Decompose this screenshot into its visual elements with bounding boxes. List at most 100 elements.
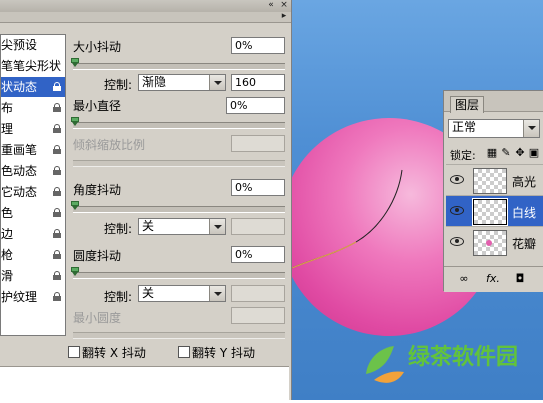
min-diameter-field[interactable]: 0% xyxy=(226,97,285,114)
min-diameter-slider-track[interactable] xyxy=(73,122,285,129)
lock-icon[interactable] xyxy=(53,250,61,259)
blend-mode-value: 正常 xyxy=(452,120,477,134)
list-item-texture[interactable]: 纹理 xyxy=(1,119,65,139)
layer-thumbnail xyxy=(473,230,507,256)
tab-layers[interactable]: 图层 xyxy=(450,96,485,113)
tilt-scale-field xyxy=(231,135,285,152)
roundness-control-extra-field xyxy=(231,285,285,302)
angle-control-extra-field xyxy=(231,218,285,235)
list-item-color-dynamics[interactable]: 颜色动态 xyxy=(1,161,65,181)
size-jitter-field[interactable]: 0% xyxy=(231,37,285,54)
chevron-down-icon[interactable] xyxy=(523,120,539,137)
lock-icon[interactable] xyxy=(53,271,61,280)
list-item-protect-texture[interactable]: 保护纹理 xyxy=(1,287,65,307)
lock-icon[interactable] xyxy=(53,145,61,154)
lock-icon[interactable] xyxy=(53,292,61,301)
roundness-jitter-slider-track[interactable] xyxy=(73,272,285,279)
min-diameter-label: 最小直径 xyxy=(73,99,122,113)
chevron-down-icon[interactable] xyxy=(209,286,225,301)
size-jitter-slider-thumb[interactable] xyxy=(71,58,79,67)
roundness-jitter-field[interactable]: 0% xyxy=(231,246,285,263)
size-jitter-slider-track[interactable] xyxy=(73,63,285,70)
layer-row-white-line[interactable]: 白线 xyxy=(446,195,543,226)
lock-all-icon[interactable]: ▣ xyxy=(528,147,540,159)
angle-control-value: 关 xyxy=(142,219,155,233)
min-roundness-field xyxy=(231,307,285,324)
blend-mode-select[interactable]: 正常 xyxy=(448,119,540,138)
tab-strip: ▸ xyxy=(0,12,291,23)
flip-x-label: 翻转 X 抖动 xyxy=(82,346,146,360)
layer-row-highlight[interactable]: 高光 xyxy=(446,164,543,195)
eye-icon[interactable] xyxy=(450,206,464,215)
min-roundness-label: 最小圆度 xyxy=(73,311,122,325)
petal-thumb-dot xyxy=(486,240,492,246)
fade-steps-field[interactable]: 160 xyxy=(231,74,285,91)
roundness-control-select[interactable]: 关 xyxy=(138,285,226,302)
lock-position-move-icon[interactable]: ✥ xyxy=(514,147,526,159)
lock-icon[interactable] xyxy=(53,124,61,133)
layer-name: 白线 xyxy=(512,206,537,220)
lock-icon[interactable] xyxy=(53,187,61,196)
layer-mask-icon[interactable]: ◘ xyxy=(514,273,526,285)
flip-y-label: 翻转 Y 抖动 xyxy=(192,346,255,360)
lock-label: 锁定: xyxy=(450,149,476,162)
watermark-text: 绿茶软件园 xyxy=(408,344,518,370)
layers-panel-header: 图层 xyxy=(444,91,543,113)
min-diameter-slider-thumb[interactable] xyxy=(71,117,79,126)
fx-button[interactable]: fx. xyxy=(486,272,500,285)
list-item-wet-edges[interactable]: 湿边 xyxy=(1,224,65,244)
chevron-down-icon[interactable] xyxy=(209,75,225,90)
list-item-smoothing[interactable]: 平滑 xyxy=(1,266,65,286)
lock-icon[interactable] xyxy=(53,229,61,238)
list-item-brush-tip-shape[interactable]: 画笔笔尖形状 xyxy=(1,56,65,76)
eye-icon[interactable] xyxy=(450,175,464,184)
brush-preview-area xyxy=(0,366,289,401)
roundness-control-value: 关 xyxy=(142,286,155,300)
link-layers-icon[interactable]: ∞ xyxy=(458,273,470,285)
lock-icon[interactable] xyxy=(53,166,61,175)
size-control-label: 控制: xyxy=(104,78,133,92)
tilt-scale-slider-track xyxy=(73,160,285,167)
roundness-control-label: 控制: xyxy=(104,290,133,304)
flip-y-checkbox[interactable] xyxy=(178,346,190,358)
layers-panel: 图层 正常 锁定: ▦ ✎ ✥ ▣ 高光 白线 花瓣 ∞ fx. ◘ xyxy=(443,90,543,292)
list-item-shape-dynamics[interactable]: 形状动态 xyxy=(1,77,65,97)
lock-pixels-brush-icon[interactable]: ✎ xyxy=(500,147,512,159)
list-item-airbrush[interactable]: 喷枪 xyxy=(1,245,65,265)
size-control-value: 渐隐 xyxy=(142,75,167,89)
angle-jitter-slider-thumb[interactable] xyxy=(71,201,79,210)
close-icon[interactable]: × xyxy=(279,1,289,10)
watermark-logo: 绿茶软件园 xyxy=(358,330,543,400)
flip-x-checkbox[interactable] xyxy=(68,346,80,358)
angle-jitter-field[interactable]: 0% xyxy=(231,179,285,196)
eye-icon[interactable] xyxy=(450,237,464,246)
lock-icon[interactable] xyxy=(53,103,61,112)
angle-jitter-label: 角度抖动 xyxy=(73,183,122,197)
list-item-other-dynamics[interactable]: 其它动态 xyxy=(1,182,65,202)
lock-transparent-icon[interactable]: ▦ xyxy=(486,147,498,159)
list-item-scattering[interactable]: 散布 xyxy=(1,98,65,118)
brush-panel: « × ▸ 笔尖预设 画笔笔尖形状 形状动态 散布 纹理 双重画笔 颜色动态 其… xyxy=(0,0,292,401)
list-item-dual-brush[interactable]: 双重画笔 xyxy=(1,140,65,160)
brush-options-list: 笔尖预设 画笔笔尖形状 形状动态 散布 纹理 双重画笔 颜色动态 其它动态 杂色… xyxy=(0,34,66,336)
angle-jitter-slider-track[interactable] xyxy=(73,206,285,213)
chevron-down-icon[interactable] xyxy=(209,219,225,234)
layer-name: 高光 xyxy=(512,175,537,189)
lock-icon[interactable] xyxy=(53,208,61,217)
leaf-logo-icon: 绿茶软件园 xyxy=(366,344,518,383)
layers-footer: ∞ fx. ◘ xyxy=(444,266,543,292)
list-item-noise[interactable]: 杂色 xyxy=(1,203,65,223)
min-roundness-slider-track xyxy=(73,332,285,339)
roundness-jitter-label: 圆度抖动 xyxy=(73,249,122,263)
angle-control-select[interactable]: 关 xyxy=(138,218,226,235)
panel-menu-icon[interactable]: ▸ xyxy=(279,12,289,21)
size-jitter-label: 大小抖动 xyxy=(73,40,122,54)
angle-control-label: 控制: xyxy=(104,222,133,236)
layer-row-petal[interactable]: 花瓣 xyxy=(446,226,543,257)
lock-icon[interactable] xyxy=(53,82,61,91)
roundness-jitter-slider-thumb[interactable] xyxy=(71,267,79,276)
list-item-brush-presets[interactable]: 笔尖预设 xyxy=(1,35,65,55)
size-control-select[interactable]: 渐隐 xyxy=(138,74,226,91)
collapse-icon[interactable]: « xyxy=(266,1,276,10)
layer-thumbnail xyxy=(473,168,507,194)
